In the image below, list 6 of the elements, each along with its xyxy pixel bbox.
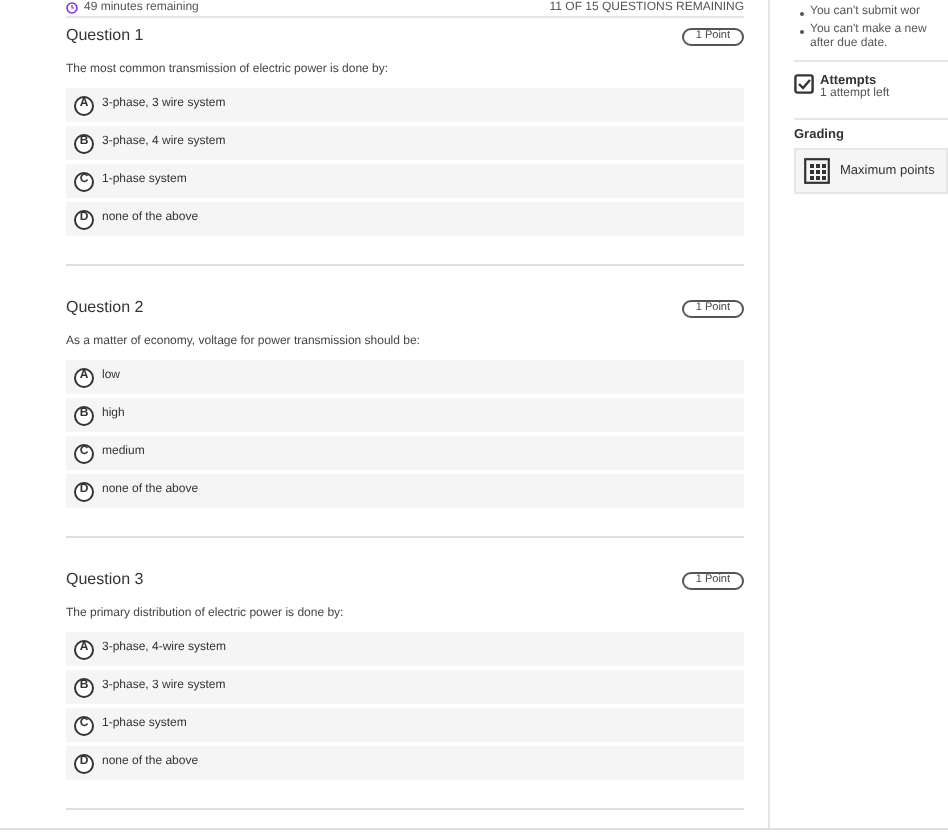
- question-title: Question 3: [66, 568, 144, 592]
- question-title: Question 1: [66, 24, 144, 48]
- clock-icon: [66, 2, 78, 14]
- grid-icon: [804, 158, 830, 184]
- question-title: Question 2: [66, 296, 144, 320]
- checkbox-icon: [794, 74, 814, 94]
